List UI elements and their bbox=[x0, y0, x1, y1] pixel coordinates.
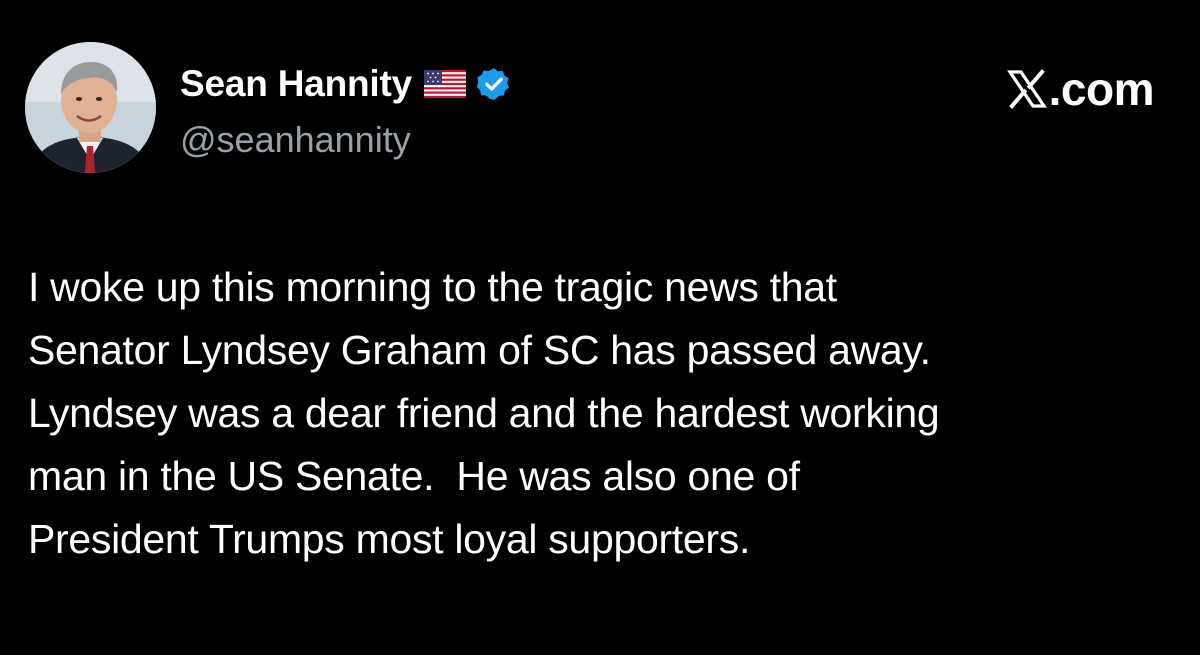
tweet-body-line: man in the US Senate. He was also one of bbox=[28, 453, 800, 499]
tweet-body-line: President Trumps most loyal supporters. bbox=[28, 516, 751, 562]
tweet-body: I woke up this morning to the tragic new… bbox=[28, 256, 1178, 571]
verified-badge-icon bbox=[476, 66, 512, 102]
brand-watermark: .com bbox=[1006, 63, 1155, 115]
author-display-name[interactable]: Sean Hannity bbox=[180, 62, 412, 106]
us-flag-icon bbox=[424, 70, 466, 98]
author-name-row: Sean Hannity bbox=[180, 62, 512, 106]
tweet-body-line: I woke up this morning to the tragic new… bbox=[28, 264, 837, 310]
tweet-body-line: Senator Lyndsey Graham of SC has passed … bbox=[28, 327, 931, 373]
avatar[interactable] bbox=[25, 42, 156, 173]
tweet-body-line: Lyndsey was a dear friend and the hardes… bbox=[28, 390, 940, 436]
avatar-portrait bbox=[25, 42, 156, 173]
tweet-screenshot: Sean Hannity @seanhannity .com I woke up… bbox=[0, 0, 1200, 655]
brand-suffix: .com bbox=[1048, 63, 1155, 115]
author-handle[interactable]: @seanhannity bbox=[180, 118, 411, 162]
x-logo-icon bbox=[1006, 69, 1047, 109]
